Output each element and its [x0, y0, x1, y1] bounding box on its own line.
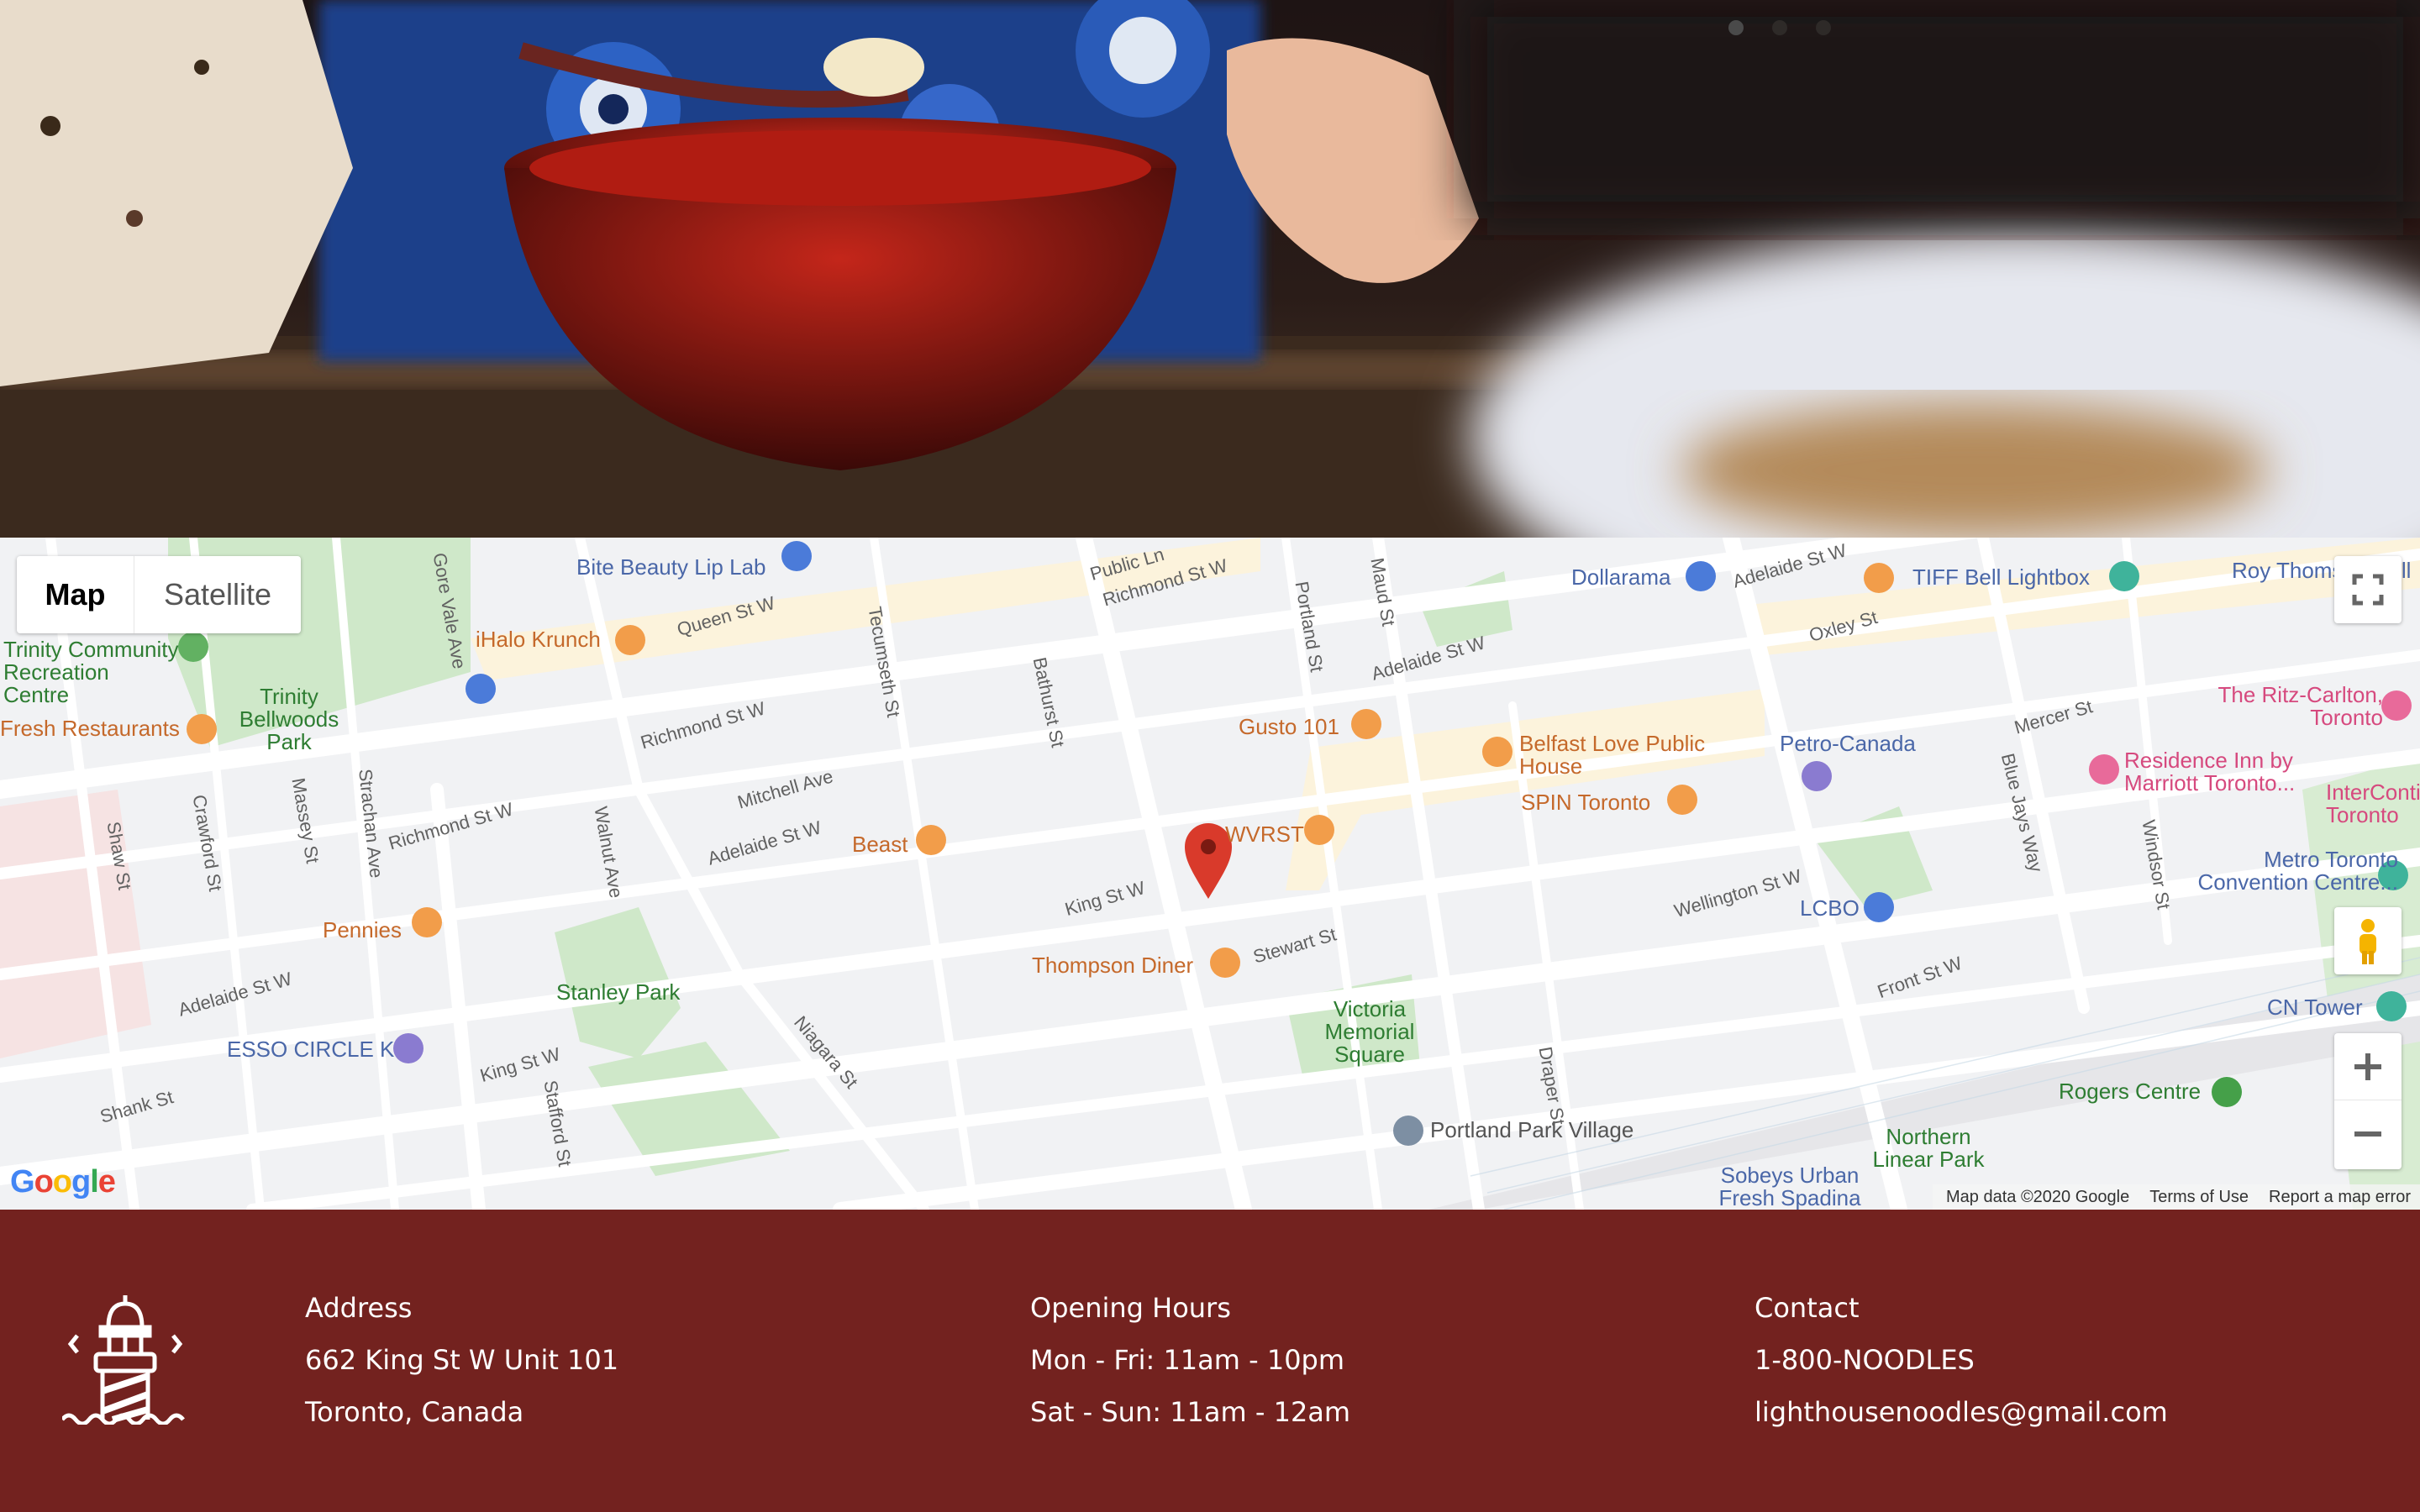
footer: Address 662 King St W Unit 101 Toronto, … [0, 1210, 2420, 1512]
minus-icon [2354, 1131, 2381, 1137]
carousel-dot[interactable] [1772, 20, 1787, 35]
map-type-map-button[interactable]: Map [17, 556, 134, 633]
map-label[interactable]: InterContinental Toronto [2326, 781, 2420, 827]
fullscreen-icon [2352, 574, 2384, 606]
map-label[interactable]: Trinity Bellwoods Park [239, 685, 339, 753]
google-logo[interactable]: Google [10, 1164, 116, 1200]
hero-photo [0, 0, 2420, 538]
terms-of-use-link[interactable]: Terms of Use [2149, 1188, 2249, 1207]
map-label[interactable]: Sobeys Urban Fresh Spadina [1706, 1164, 1874, 1210]
map-label[interactable]: Metro Toronto Convention Centre... [2180, 848, 2398, 894]
address-line2: Toronto, Canada [305, 1396, 524, 1428]
map-label[interactable]: The Ritz-Carlton, Toronto [2207, 684, 2384, 729]
map-label[interactable]: Residence Inn by Marriott Toronto... [2124, 749, 2317, 795]
address-line1: 662 King St W Unit 101 [305, 1344, 619, 1376]
map-label[interactable]: Fresh Restaurants [0, 717, 180, 740]
map-data-credit: Map data ©2020 Google [1946, 1187, 2130, 1206]
map-label[interactable]: Rogers Centre [2059, 1080, 2201, 1103]
map-label[interactable]: Pennies [323, 919, 402, 942]
carousel-dot[interactable] [1816, 20, 1831, 35]
hero-image [0, 0, 2420, 538]
map-label[interactable]: Thompson Diner [1032, 954, 1193, 977]
contact-heading: Contact [1754, 1292, 1860, 1324]
contact-email[interactable]: lighthousenoodles@gmail.com [1754, 1396, 2168, 1428]
map-type-control: Map Satellite [17, 556, 301, 633]
map-label[interactable]: Trinity Community Recreation Centre [3, 638, 180, 706]
report-map-error-link[interactable]: Report a map error [2269, 1188, 2411, 1207]
map-label[interactable]: ESSO CIRCLE K [227, 1038, 394, 1061]
carousel-dot[interactable] [1728, 20, 1744, 35]
map-label[interactable]: Belfast Love Public House [1519, 732, 1721, 778]
map-label[interactable]: Beast [852, 833, 908, 856]
lighthouse-logo-icon [62, 1295, 185, 1425]
hours-weekends: Sat - Sun: 11am - 12am [1030, 1396, 1351, 1428]
contact-phone[interactable]: 1-800-NOODLES [1754, 1344, 1975, 1376]
google-map[interactable]: Bite Beauty Lip Lab iHalo Krunch Trinity… [0, 538, 2420, 1210]
zoom-control [2334, 1033, 2402, 1169]
plus-icon [2354, 1053, 2381, 1080]
map-label[interactable]: Northern Linear Park [1865, 1126, 1991, 1171]
map-label[interactable]: Petro-Canada [1780, 732, 1916, 755]
map-tiles[interactable] [0, 538, 2420, 1210]
zoom-out-button[interactable] [2334, 1100, 2402, 1168]
map-label[interactable]: Stanley Park [556, 981, 680, 1004]
address-heading: Address [305, 1292, 413, 1324]
hours-heading: Opening Hours [1030, 1292, 1231, 1324]
map-label[interactable]: Gusto 101 [1239, 716, 1339, 738]
hours-weekdays: Mon - Fri: 11am - 10pm [1030, 1344, 1345, 1376]
map-type-satellite-button[interactable]: Satellite [134, 556, 301, 633]
map-label[interactable]: Dollarama [1571, 566, 1671, 589]
map-attribution: Map data ©2020 Google Terms of Use Repor… [1933, 1184, 2420, 1210]
map-label[interactable]: TIFF Bell Lightbox [1912, 566, 2090, 589]
map-label[interactable]: Bite Beauty Lip Lab [576, 556, 766, 579]
map-label[interactable]: CN Tower [2267, 996, 2363, 1019]
street-view-pegman-button[interactable] [2334, 907, 2402, 974]
map-label[interactable]: WVRST [1225, 823, 1304, 846]
map-label[interactable]: SPIN Toronto [1521, 791, 1650, 814]
map-label[interactable]: LCBO [1800, 897, 1860, 920]
pegman-icon [2360, 919, 2376, 964]
map-label[interactable]: Portland Park Village [1430, 1119, 1634, 1142]
map-label[interactable]: iHalo Krunch [476, 628, 601, 651]
fullscreen-button[interactable] [2334, 556, 2402, 623]
map-label[interactable]: Victoria Memorial Square [1311, 998, 1428, 1066]
zoom-in-button[interactable] [2334, 1033, 2402, 1100]
